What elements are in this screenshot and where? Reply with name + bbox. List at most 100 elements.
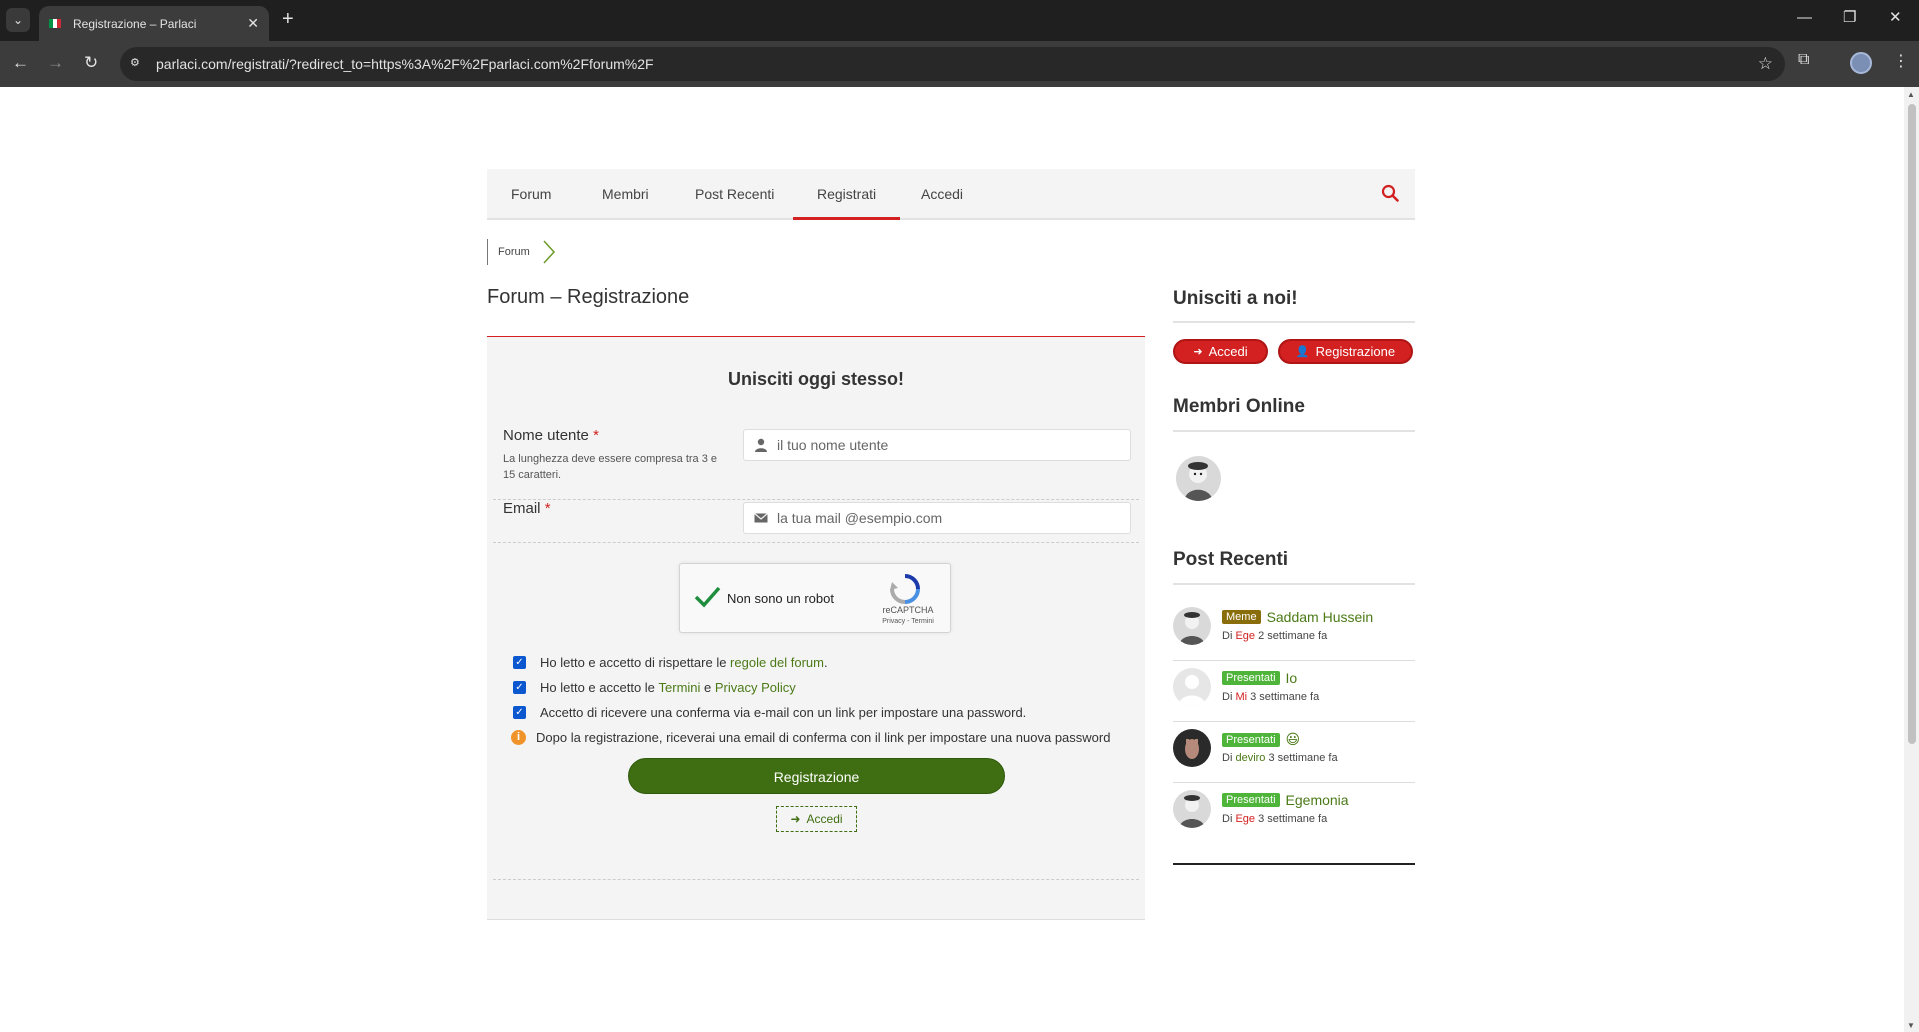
tab-search-chevron-down-icon[interactable]: ⌄: [6, 8, 30, 32]
site-info-icon[interactable]: ⚙: [130, 56, 144, 70]
recent-post-item[interactable]: Presentati 😃 Di deviro 3 settimane fa: [1173, 723, 1415, 783]
email-input[interactable]: la tua mail @esempio.com: [743, 502, 1131, 534]
username-input[interactable]: il tuo nome utente: [743, 429, 1131, 461]
post-category-badge[interactable]: Meme: [1222, 610, 1261, 624]
recaptcha-brand: reCAPTCHA: [882, 605, 934, 615]
checkmark-icon[interactable]: [692, 582, 722, 612]
post-category-badge[interactable]: Presentati: [1222, 793, 1280, 807]
divider: [1173, 583, 1415, 585]
post-title-link[interactable]: 😃: [1286, 731, 1301, 748]
divider: [493, 542, 1139, 543]
email-placeholder: la tua mail @esempio.com: [777, 510, 943, 526]
rules-text: Ho letto e accetto di rispettare le: [540, 655, 731, 670]
nav-item-registrati[interactable]: Registrati: [793, 169, 901, 220]
post-time: 2 settimane fa: [1258, 630, 1328, 642]
extensions-icon[interactable]: ⧉: [1798, 51, 1809, 69]
reload-icon[interactable]: ↻: [84, 53, 98, 73]
post-time: 3 settimane fa: [1268, 752, 1338, 764]
user-icon: [755, 438, 767, 452]
email-confirm-checkbox-row: ✓ Accetto di ricevere una conferma via e…: [513, 705, 1026, 720]
recent-post-item[interactable]: Meme Saddam Hussein Di Ege 2 settimane fa: [1173, 601, 1415, 661]
new-tab-plus-icon[interactable]: +: [282, 9, 294, 29]
scroll-down-icon[interactable]: ▼: [1907, 1021, 1915, 1030]
sign-in-icon: ➜: [1193, 346, 1203, 358]
nav-item-accedi[interactable]: Accedi: [897, 169, 987, 220]
scrollbar-thumb[interactable]: [1908, 104, 1916, 744]
by-text: Di: [1222, 691, 1233, 703]
search-icon[interactable]: [1381, 184, 1399, 202]
online-member-avatar[interactable]: [1176, 456, 1221, 501]
terms-and-text: e: [700, 680, 715, 695]
rules-checkbox[interactable]: ✓: [513, 656, 526, 669]
favicon-italy-flag-icon: [49, 19, 61, 28]
post-author-avatar[interactable]: [1173, 729, 1211, 767]
post-time: 3 settimane fa: [1250, 691, 1320, 703]
post-author-link[interactable]: deviro: [1235, 752, 1265, 764]
terms-link[interactable]: Termini: [659, 680, 701, 695]
join-heading: Unisciti a noi!: [1173, 288, 1298, 309]
email-confirm-checkbox[interactable]: ✓: [513, 706, 526, 719]
register-submit-button[interactable]: Registrazione: [628, 758, 1005, 794]
username-placeholder: il tuo nome utente: [777, 437, 889, 453]
login-link-label: Accedi: [806, 812, 843, 826]
site-navigation: Forum Membri Post Recenti Registrati Acc…: [487, 169, 1415, 220]
breadcrumb-forum-link[interactable]: Forum: [498, 246, 530, 258]
scroll-up-icon[interactable]: ▲: [1907, 90, 1915, 99]
recaptcha-links[interactable]: Privacy - Termini: [878, 618, 938, 625]
post-author-avatar-default[interactable]: [1173, 668, 1211, 706]
divider: [493, 499, 1139, 500]
username-description: La lunghezza deve essere compresa tra 3 …: [503, 453, 718, 481]
page-title: Forum – Registrazione: [487, 286, 690, 308]
login-link-button[interactable]: ➜ Accedi: [776, 806, 857, 832]
forward-icon[interactable]: →: [47, 53, 64, 73]
online-members-heading: Membri Online: [1173, 396, 1305, 417]
post-author-link[interactable]: Mi: [1235, 691, 1247, 703]
by-text: Di: [1222, 752, 1233, 764]
recent-post-item[interactable]: Presentati Io Di Mi 3 settimane fa: [1173, 662, 1415, 722]
address-bar[interactable]: ⚙ parlaci.com/registrati/?redirect_to=ht…: [120, 47, 1785, 81]
rules-checkbox-row: ✓ Ho letto e accetto di rispettare le re…: [513, 655, 828, 670]
post-category-badge[interactable]: Presentati: [1222, 671, 1280, 685]
browser-tab[interactable]: Registrazione – Parlaci ✕: [39, 6, 269, 41]
email-label: Email *: [503, 500, 551, 517]
nav-item-membri[interactable]: Membri: [578, 169, 673, 220]
sidebar-register-button[interactable]: 👤 Registrazione: [1278, 339, 1413, 364]
post-author-avatar[interactable]: [1173, 790, 1211, 828]
form-heading: Unisciti oggi stesso!: [727, 369, 905, 389]
terms-text: Ho letto e accetto le: [540, 680, 659, 695]
post-title-link[interactable]: Egemonia: [1286, 792, 1349, 808]
breadcrumb: Forum: [487, 239, 556, 265]
recent-post-item[interactable]: Presentati Egemonia Di Ege 3 settimane fa: [1173, 784, 1415, 844]
terms-checkbox[interactable]: ✓: [513, 681, 526, 694]
url-text[interactable]: parlaci.com/registrati/?redirect_to=http…: [156, 56, 654, 72]
profile-avatar-icon[interactable]: [1850, 52, 1872, 74]
recaptcha-widget[interactable]: Non sono un robot reCAPTCHA Privacy - Te…: [679, 563, 951, 633]
tab-close-icon[interactable]: ✕: [247, 15, 259, 32]
bookmark-star-icon[interactable]: ☆: [1758, 54, 1773, 74]
privacy-policy-link[interactable]: Privacy Policy: [715, 680, 796, 695]
page-scrollbar[interactable]: ▲ ▼: [1904, 87, 1919, 1032]
minimize-icon[interactable]: —: [1797, 10, 1812, 26]
nav-item-forum[interactable]: Forum: [487, 169, 575, 220]
sign-in-icon: ➜: [790, 812, 801, 826]
by-text: Di: [1222, 630, 1233, 642]
post-author-avatar[interactable]: [1173, 607, 1211, 645]
sidebar-register-label: Registrazione: [1315, 344, 1396, 359]
post-author-link[interactable]: Ege: [1235, 813, 1255, 825]
post-title-link[interactable]: Io: [1286, 670, 1298, 686]
post-author-link[interactable]: Ege: [1235, 630, 1255, 642]
more-menu-icon[interactable]: ⋮: [1893, 51, 1909, 71]
post-title-link[interactable]: Saddam Hussein: [1267, 609, 1374, 625]
restore-icon[interactable]: ❐: [1843, 10, 1856, 26]
username-label: Nome utente *: [503, 427, 599, 444]
post-category-badge[interactable]: Presentati: [1222, 732, 1280, 747]
sidebar-login-button[interactable]: ➜ Accedi: [1173, 339, 1268, 364]
info-text: Dopo la registrazione, riceverai una ema…: [536, 730, 1111, 745]
browser-toolbar: ← → ↻ ⚙ parlaci.com/registrati/?redirect…: [0, 41, 1919, 87]
user-plus-icon: 👤: [1295, 346, 1310, 358]
forum-rules-link[interactable]: regole del forum: [730, 655, 824, 670]
recaptcha-logo-icon: [890, 574, 920, 604]
nav-item-post-recenti[interactable]: Post Recenti: [671, 169, 798, 220]
window-close-icon[interactable]: ✕: [1889, 10, 1902, 26]
back-icon[interactable]: ←: [12, 53, 29, 73]
